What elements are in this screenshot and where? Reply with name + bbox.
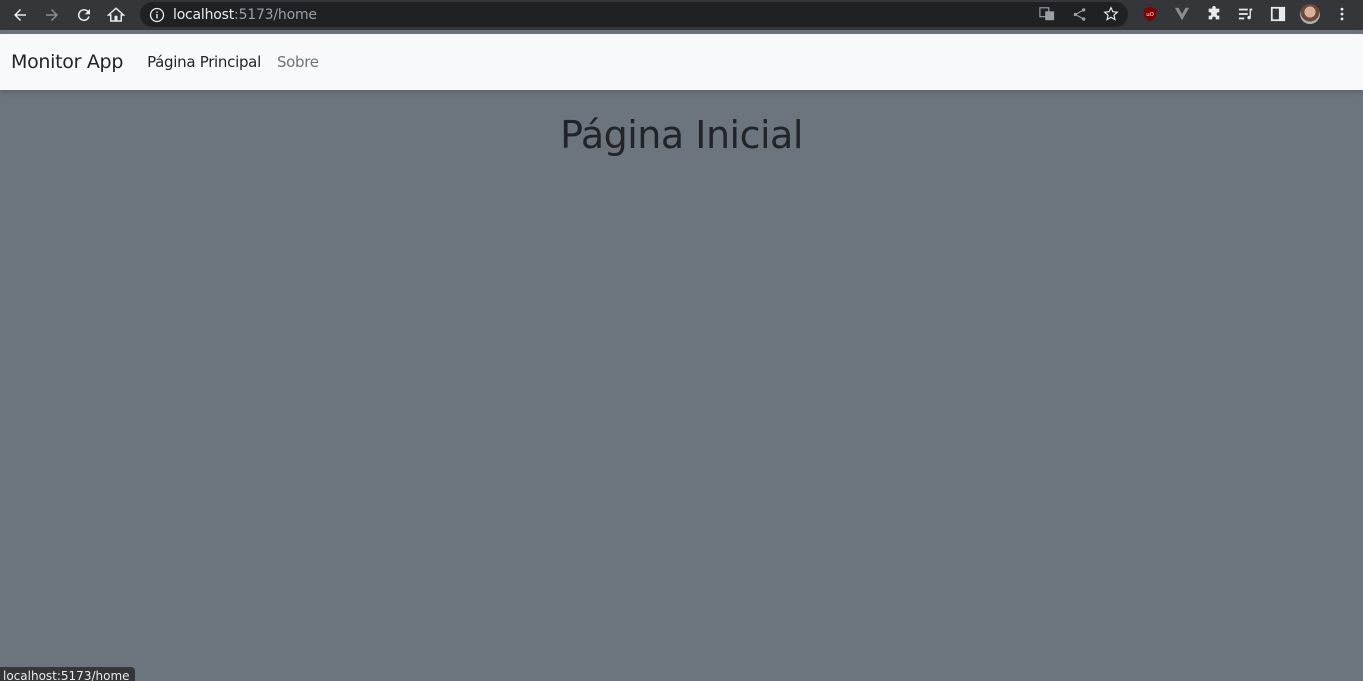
svg-text:uO: uO	[1146, 12, 1154, 18]
address-bar[interactable]: localhost:5173/home	[140, 2, 1128, 27]
share-icon[interactable]	[1070, 5, 1088, 23]
nav-links: Página Principal Sobre	[147, 53, 319, 71]
extensions-puzzle-icon[interactable]	[1204, 3, 1224, 25]
reload-icon[interactable]	[72, 3, 96, 27]
reading-list-icon[interactable]	[1236, 3, 1256, 25]
ublock-icon[interactable]: uO	[1140, 3, 1160, 25]
nav-link-pagina-principal[interactable]: Página Principal	[147, 53, 261, 71]
nav-link-sobre[interactable]: Sobre	[277, 53, 319, 71]
status-bar-url: localhost:5173/home	[0, 667, 135, 681]
translate-icon[interactable]	[1038, 5, 1056, 23]
url-host: localhost	[173, 6, 235, 23]
side-panel-icon[interactable]	[1268, 3, 1288, 25]
browser-toolbar: localhost:5173/home uO	[0, 0, 1363, 30]
back-arrow-icon[interactable]	[8, 3, 32, 27]
url-path: :5173/home	[234, 6, 317, 23]
info-icon[interactable]	[149, 7, 165, 23]
page-title: Página Inicial	[560, 113, 803, 157]
forward-arrow-icon[interactable]	[40, 3, 64, 27]
url-text: localhost:5173/home	[173, 7, 317, 23]
app-navbar: Monitor App Página Principal Sobre	[0, 34, 1363, 90]
menu-kebab-icon[interactable]	[1332, 3, 1352, 25]
navbar-brand[interactable]: Monitor App	[11, 51, 123, 73]
home-icon[interactable]	[104, 3, 128, 27]
vue-devtools-icon[interactable]	[1172, 3, 1192, 25]
bookmark-star-icon[interactable]	[1102, 5, 1120, 23]
profile-avatar[interactable]	[1300, 4, 1320, 24]
